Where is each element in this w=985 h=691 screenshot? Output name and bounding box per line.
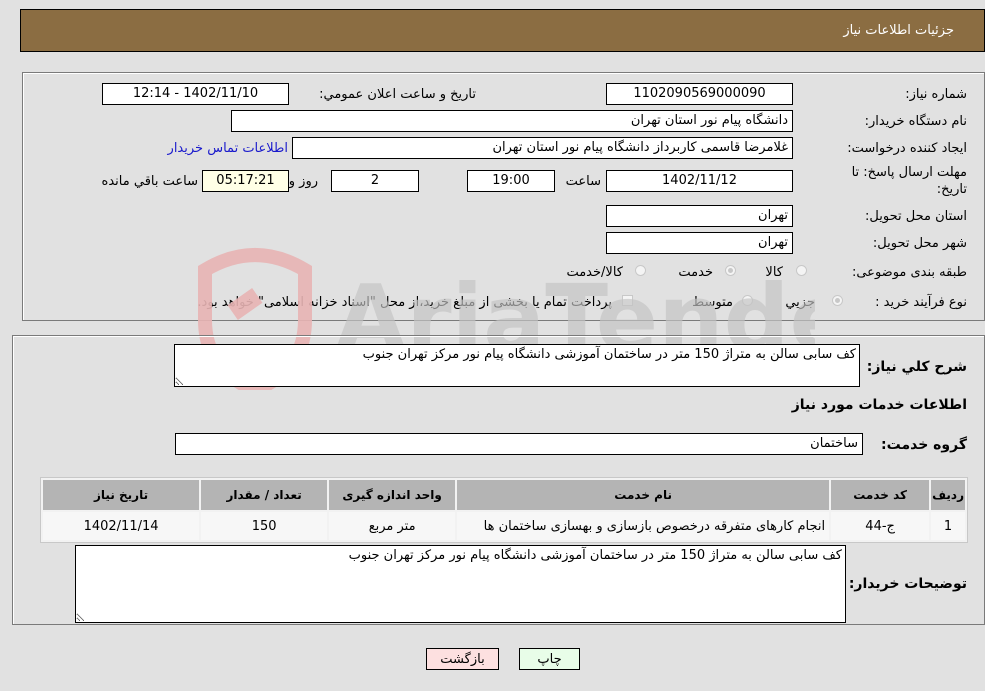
page-title: جزئیات اطلاعات نیاز — [843, 23, 954, 38]
category-radio-goods-service[interactable] — [635, 265, 646, 276]
table-row: 1 ج-44 انجام کارهای متفرقه درخصوص بازساز… — [43, 512, 965, 540]
col-service-code: کد خدمت — [831, 480, 930, 510]
treasury-checkbox[interactable] — [622, 295, 633, 306]
creator-field[interactable]: غلامرضا قاسمی کاربرداز دانشگاه پیام نور … — [292, 137, 793, 159]
description-textarea[interactable]: کف سابی سالن به متراژ 150 متر در ساختمان… — [174, 344, 860, 387]
deadline-time-label: ساعت — [565, 174, 601, 189]
category-option-goods-service: کالا/خدمت — [566, 265, 623, 280]
category-label: طبقه بندی موضوعی: — [851, 265, 967, 280]
announce-date-field[interactable]: 1402/11/10 - 12:14 — [102, 83, 289, 105]
buyer-notes-label: توضيحات خريدار: — [848, 576, 967, 592]
print-button[interactable]: چاپ — [519, 648, 580, 670]
col-need-date: تاريخ نياز — [43, 480, 200, 510]
cell-service-code: ج-44 — [831, 512, 930, 540]
need-number-label: شماره نیاز: — [905, 87, 967, 102]
process-option-medium: متوسط — [692, 295, 733, 310]
description-label: شرح کلي نياز: — [866, 359, 967, 375]
process-radio-medium[interactable] — [742, 295, 753, 306]
treasury-note: پرداخت تمام يا بخشی از مبلغ خريد،از محل … — [197, 295, 612, 310]
deadline-date-field[interactable]: 1402/11/12 — [606, 170, 793, 192]
buyer-contact-link[interactable]: اطلاعات تماس خريدار — [168, 141, 288, 156]
services-table: رديف کد خدمت نام خدمت واحد اندازه گيری ت… — [40, 477, 968, 543]
buyer-notes-textarea[interactable]: کف سابی سالن به متراژ 150 متر در ساختمان… — [75, 545, 846, 623]
category-radio-goods[interactable] — [796, 265, 807, 276]
services-section-title: اطلاعات خدمات مورد نياز — [791, 397, 967, 413]
deadline-label-line2: تاريخ: — [936, 182, 967, 197]
cell-row: 1 — [931, 512, 965, 540]
remaining-time-label: ساعت باقي مانده — [101, 174, 198, 189]
buyer-org-field[interactable]: دانشگاه پیام نور استان تهران — [231, 110, 793, 132]
deadline-time-field[interactable]: 19:00 — [467, 170, 555, 192]
category-option-goods: کالا — [765, 265, 783, 280]
process-label: نوع فرآيند خريد : — [875, 295, 967, 310]
announce-date-label: تاریخ و ساعت اعلان عمومي: — [319, 87, 476, 102]
col-unit: واحد اندازه گيری — [329, 480, 456, 510]
category-radio-service[interactable] — [725, 265, 736, 276]
days-label: روز و — [288, 174, 318, 189]
creator-label: ايجاد کننده درخواست: — [847, 141, 967, 156]
cell-quantity: 150 — [201, 512, 328, 540]
cell-unit: متر مربع — [329, 512, 456, 540]
col-service-name: نام خدمت — [457, 480, 830, 510]
process-option-minor: جزيي — [785, 295, 815, 310]
col-quantity: تعداد / مقدار — [201, 480, 328, 510]
city-field[interactable]: تهران — [606, 232, 793, 254]
need-number-field[interactable]: 1102090569000090 — [606, 83, 793, 105]
province-label: استان محل تحويل: — [865, 209, 967, 224]
page-header: جزئیات اطلاعات نیاز — [20, 9, 985, 52]
cell-service-name: انجام کارهای متفرقه درخصوص بازسازی و بهس… — [457, 512, 830, 540]
back-button[interactable]: بازگشت — [426, 648, 499, 670]
cell-need-date: 1402/11/14 — [43, 512, 200, 540]
province-field[interactable]: تهران — [606, 205, 793, 227]
city-label: شهر محل تحويل: — [872, 236, 967, 251]
category-option-service: خدمت — [678, 265, 713, 280]
remaining-time-field[interactable]: 05:17:21 — [202, 170, 289, 192]
col-row: رديف — [931, 480, 965, 510]
days-remaining-field[interactable]: 2 — [331, 170, 419, 192]
table-header-row: رديف کد خدمت نام خدمت واحد اندازه گيری ت… — [43, 480, 965, 510]
service-group-field[interactable]: ساختمان — [175, 433, 863, 455]
buyer-org-label: نام دستگاه خريدار: — [864, 114, 967, 129]
process-radio-minor[interactable] — [832, 295, 843, 306]
deadline-label-line1: مهلت ارسال پاسخ: تا — [851, 165, 967, 180]
service-group-label: گروه خدمت: — [881, 437, 967, 453]
